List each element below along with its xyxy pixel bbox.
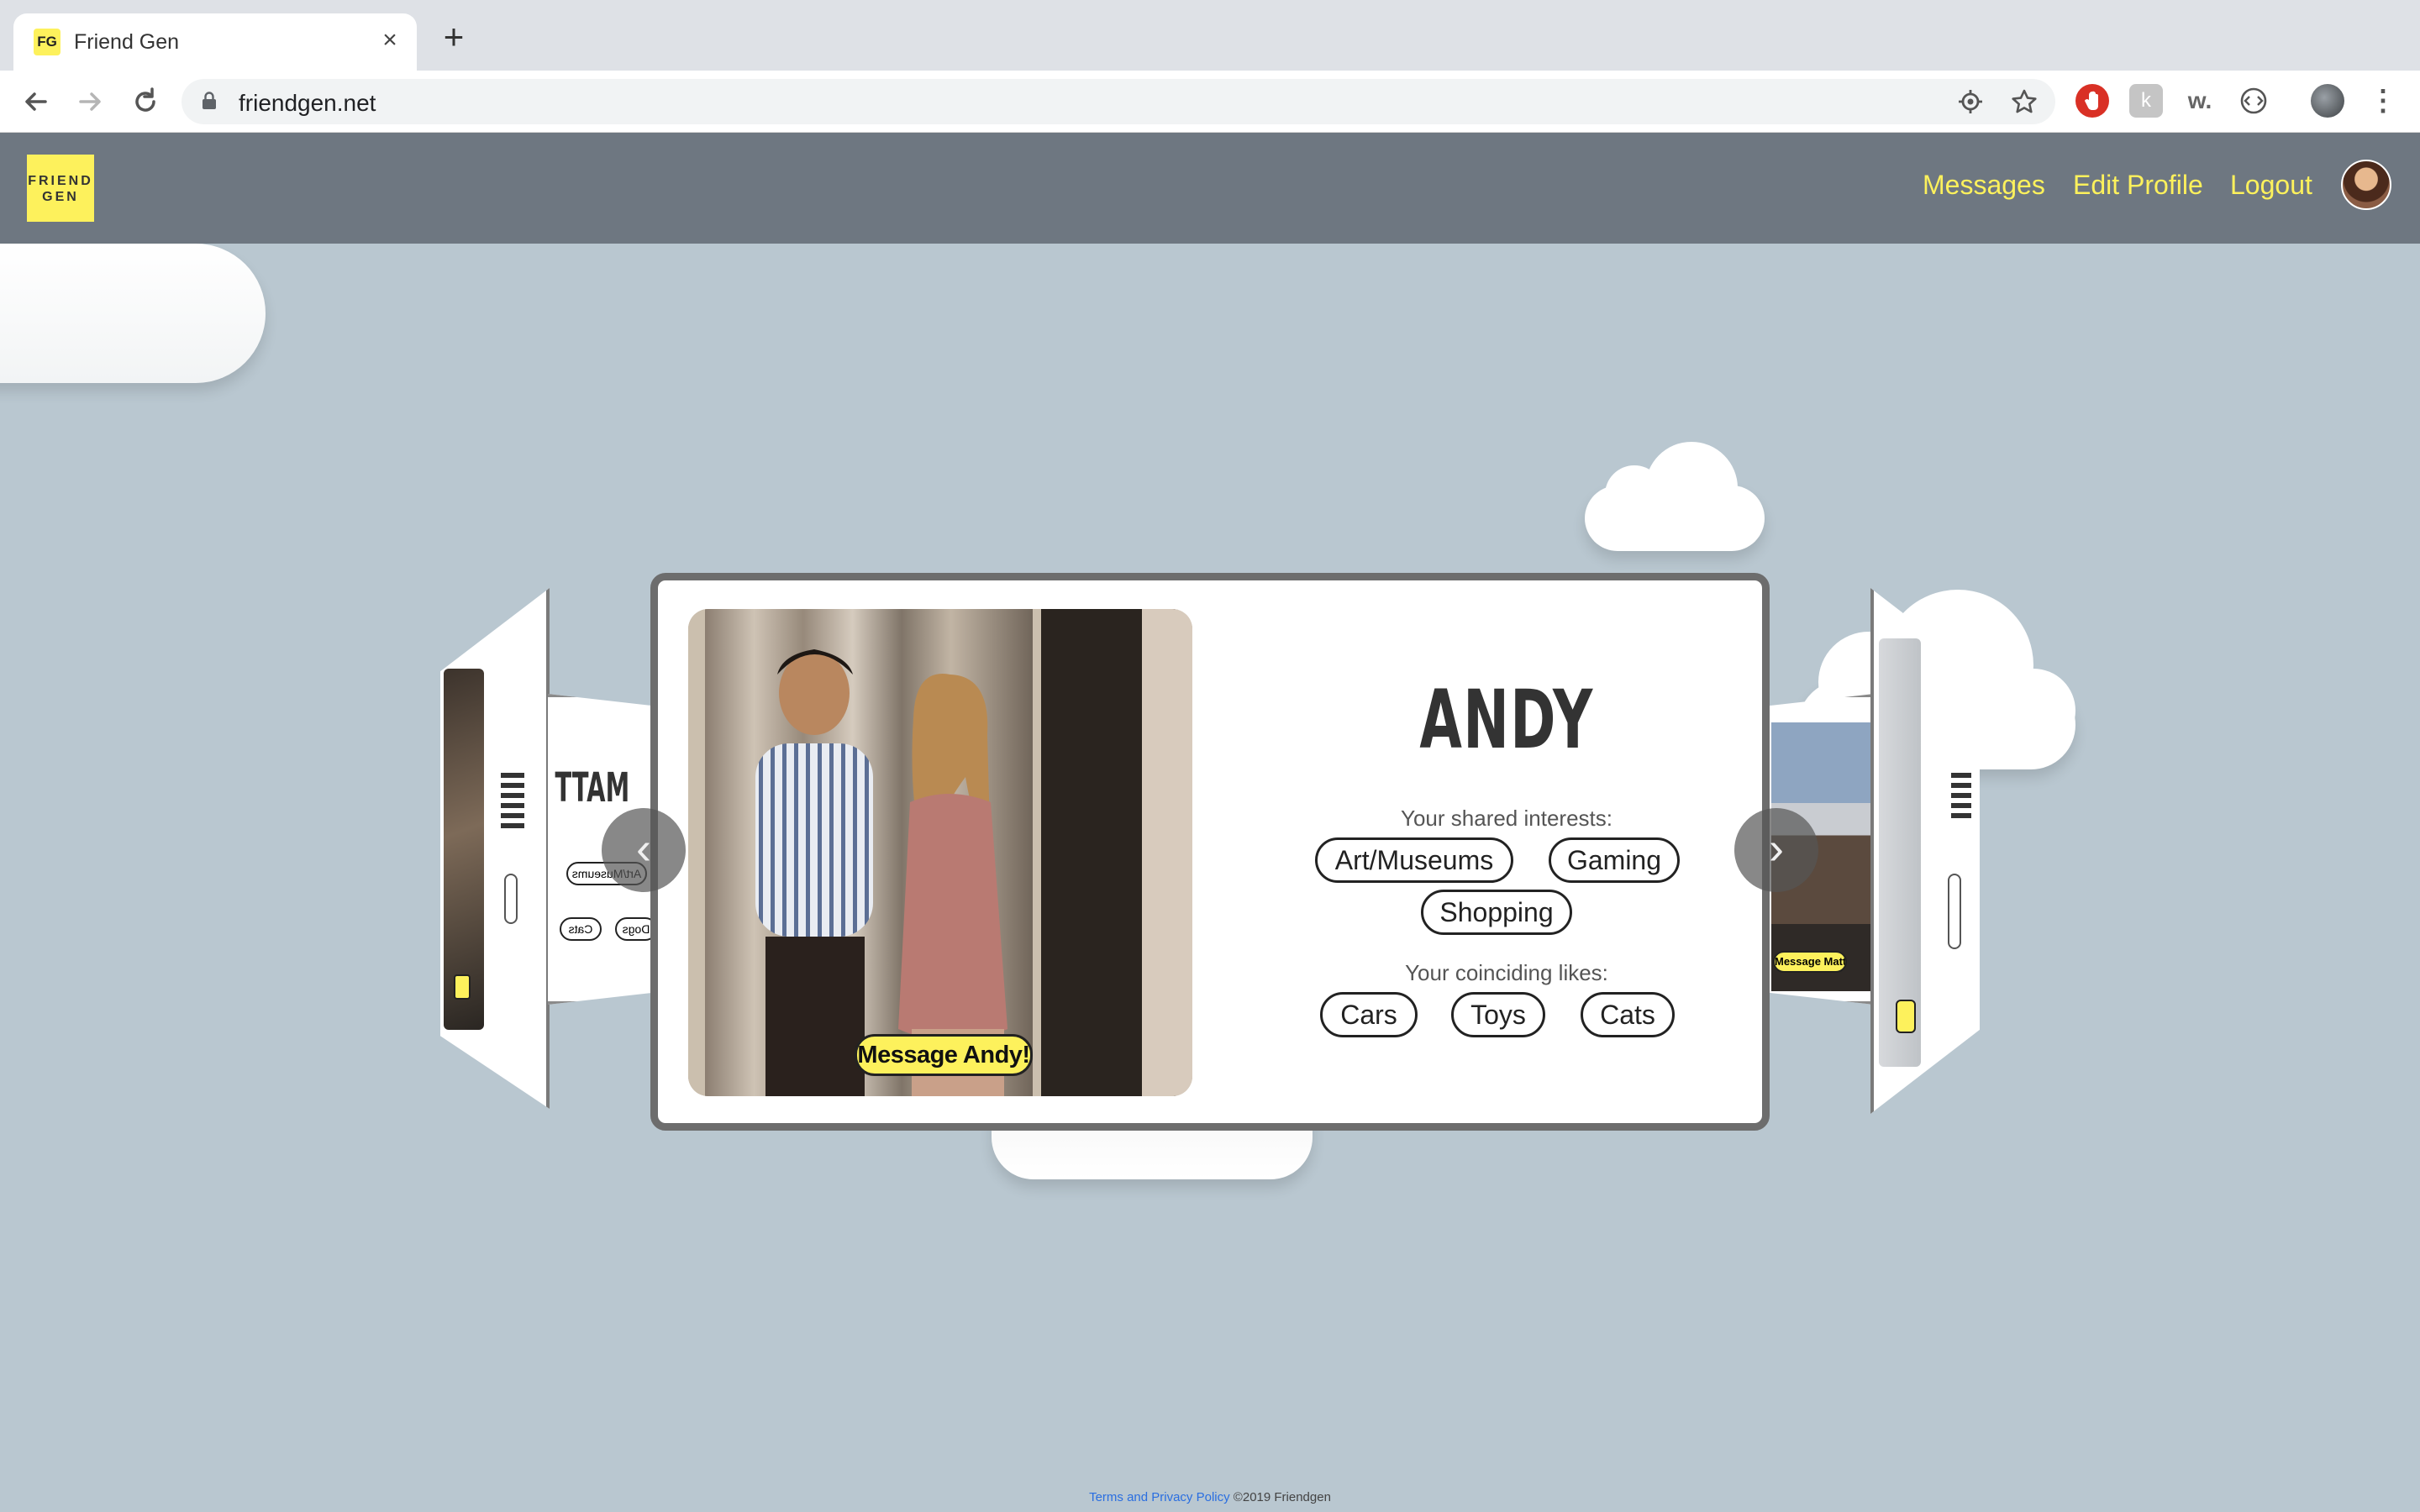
like-chip-toys: Toys <box>1451 992 1545 1037</box>
carousel-side-card-far-left[interactable] <box>440 588 550 1109</box>
footer: Terms and Privacy Policy ©2019 Friendgen <box>0 1490 2420 1504</box>
like-chip-cats: Cats <box>1581 992 1675 1037</box>
message-button[interactable] <box>454 974 471 1000</box>
new-tab-button[interactable]: + <box>437 19 471 55</box>
coinciding-likes-label: Your coinciding likes: <box>1405 960 1608 985</box>
copyright-text: ©2019 Friendgen <box>1233 1490 1331 1504</box>
code-extension-icon[interactable] <box>2237 84 2270 118</box>
back-arrow-icon <box>25 92 47 111</box>
name-text <box>1951 773 1971 823</box>
like-chip: Cats <box>560 917 602 941</box>
url-text: friendgen.net <box>239 90 376 116</box>
forward-button[interactable] <box>71 82 109 121</box>
back-button[interactable] <box>17 82 55 121</box>
site-header: FRIEND GEN Messages Edit Profile Logout <box>0 133 2420 244</box>
nav-logout-link[interactable]: Logout <box>2230 170 2312 201</box>
browser-tab[interactable]: FG Friend Gen × <box>13 13 417 71</box>
nav-edit-profile-link[interactable]: Edit Profile <box>2073 170 2203 201</box>
like-chip-cars: Cars <box>1320 992 1418 1037</box>
carousel-side-card-far-right[interactable] <box>1870 588 1980 1114</box>
logo-line2: GEN <box>42 190 79 204</box>
cloud-decoration <box>1585 442 1765 551</box>
address-bar[interactable]: friendgen.net <box>182 79 2055 124</box>
bookmark-star-icon[interactable] <box>2010 87 2039 116</box>
interest-chip <box>504 874 518 924</box>
interest-chip <box>1948 874 1961 949</box>
favicon-icon: FG <box>34 29 60 55</box>
interest-chip-shopping: Shopping <box>1421 890 1572 935</box>
side-card-name: MATT <box>555 764 630 811</box>
profile-card: Message Andy! ANDY Your shared interests… <box>650 573 1770 1131</box>
cloud-decoration <box>0 244 266 383</box>
kebab-menu-icon[interactable]: ⋮ <box>2366 84 2400 118</box>
reload-icon <box>135 87 155 112</box>
logo-line1: FRIEND <box>28 174 93 188</box>
adblock-extension-icon[interactable] <box>2075 84 2109 118</box>
lock-icon <box>203 92 216 109</box>
message-andy-button[interactable]: Message Andy! <box>855 1034 1033 1076</box>
profile-avatar-icon[interactable] <box>2311 84 2344 118</box>
profile-photo-image <box>688 609 1192 1096</box>
location-icon[interactable] <box>1956 87 1985 116</box>
browser-toolbar: friendgen.net k w. ⋮ <box>0 71 2420 133</box>
tab-title: Friend Gen <box>74 30 180 54</box>
browser-tab-bar: FG Friend Gen × + <box>0 0 2420 71</box>
profile-name: ANDY <box>1419 673 1594 767</box>
message-button[interactable]: Message Matt! <box>1773 951 1847 973</box>
mirrored-name-text <box>501 773 524 832</box>
shared-interests-label: Your shared interests: <box>1401 806 1612 831</box>
message-button[interactable] <box>1896 1000 1916 1033</box>
extension-k-icon[interactable]: k <box>2129 84 2163 118</box>
user-avatar[interactable] <box>2341 160 2391 210</box>
interest-chip-gaming: Gaming <box>1549 837 1680 883</box>
tab-close-icon[interactable]: × <box>375 25 405 55</box>
wordtune-extension-icon[interactable]: w. <box>2183 84 2217 118</box>
nav-messages-link[interactable]: Messages <box>1923 170 2045 201</box>
interest-chip-art-museums: Art/Museums <box>1315 837 1513 883</box>
carousel-prev-arrow[interactable]: ‹ <box>602 808 686 892</box>
terms-privacy-link[interactable]: Terms and Privacy Policy <box>1089 1490 1230 1504</box>
profile-photo: Message Andy! <box>688 609 1192 1096</box>
friendgen-logo[interactable]: FRIEND GEN <box>27 155 94 222</box>
reload-button[interactable] <box>126 82 165 121</box>
forward-arrow-icon <box>79 92 101 111</box>
carousel-next-arrow[interactable]: › <box>1734 808 1818 892</box>
